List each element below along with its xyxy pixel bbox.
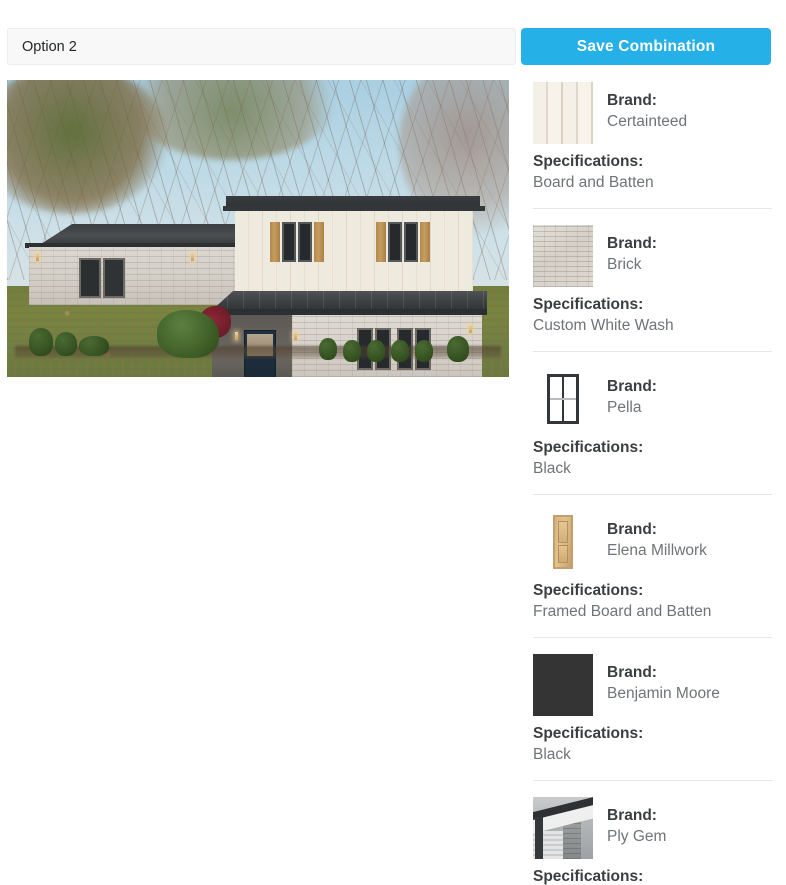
house-render-canvas bbox=[7, 80, 509, 377]
black-gutter-eave-swatch bbox=[533, 797, 593, 859]
material-list: Brand: Certainteed Specifications: Board an… bbox=[533, 66, 772, 885]
material-brand-block: Brand: Benjamin Moore bbox=[593, 654, 720, 704]
porch-sconce-right bbox=[294, 332, 297, 340]
specifications-label: Specifications: bbox=[533, 296, 644, 313]
brand-label: Brand: bbox=[607, 92, 657, 109]
material-brand-block: Brand: Brick bbox=[593, 225, 657, 275]
shrub-1 bbox=[29, 328, 53, 356]
material-row[interactable]: Brand: Pella Specifications: Black bbox=[533, 352, 772, 495]
porch-metal-roof bbox=[211, 291, 487, 311]
material-row[interactable]: Brand: Certainteed Specifications: Board an… bbox=[533, 66, 772, 209]
specifications-label: Specifications: bbox=[533, 153, 644, 170]
material-brand-block: Brand: Elena Millwork bbox=[593, 511, 707, 561]
white-wash-brick-swatch bbox=[533, 225, 593, 287]
board-and-batten-siding-swatch bbox=[533, 82, 593, 144]
brand-value: Elena Millwork bbox=[607, 542, 707, 559]
material-thumbnail[interactable] bbox=[533, 368, 593, 430]
specifications-label: Specifications: bbox=[533, 439, 644, 456]
material-spec-block: Specifications: Custom White Wash bbox=[533, 287, 772, 336]
specifications-label: Specifications: bbox=[533, 868, 644, 885]
visualizer-page: Save Combination bbox=[0, 0, 786, 885]
brand-label: Brand: bbox=[607, 378, 657, 395]
shrub-5 bbox=[343, 340, 361, 362]
specifications-value: Custom White Wash bbox=[533, 317, 674, 334]
brand-value: Benjamin Moore bbox=[607, 685, 720, 702]
upper-window-2 bbox=[298, 222, 312, 262]
black-window-swatch bbox=[533, 368, 593, 430]
material-spec-block: Specifications: Black bbox=[533, 716, 772, 765]
material-row-header: Brand: Pella bbox=[533, 352, 772, 430]
upper-window-4 bbox=[404, 222, 418, 262]
material-row-header: Brand: Ply Gem bbox=[533, 781, 772, 859]
brand-label: Brand: bbox=[607, 521, 657, 538]
upper-window-1 bbox=[282, 222, 296, 262]
brand-value: Ply Gem bbox=[607, 828, 667, 845]
save-combination-button[interactable]: Save Combination bbox=[521, 28, 771, 65]
wall-sconce-left bbox=[36, 253, 39, 261]
shrub-8 bbox=[415, 340, 433, 362]
material-thumbnail[interactable] bbox=[533, 225, 593, 287]
material-thumbnail[interactable] bbox=[533, 82, 593, 144]
black-paint-swatch bbox=[533, 654, 593, 716]
upper-shutter-left bbox=[270, 222, 280, 262]
material-brand-block: Brand: Ply Gem bbox=[593, 797, 666, 847]
wood-shutter-swatch bbox=[533, 511, 593, 573]
porch-sconce-left bbox=[235, 332, 238, 340]
house-render-image[interactable] bbox=[7, 80, 509, 377]
brand-value: Brick bbox=[607, 256, 642, 273]
brand-label: Brand: bbox=[607, 664, 657, 681]
material-spec-block: Specifications:Black bbox=[533, 859, 772, 885]
specifications-label: Specifications: bbox=[533, 725, 644, 742]
upper-window-3 bbox=[388, 222, 402, 262]
option-name-input[interactable] bbox=[7, 28, 516, 65]
material-row-header: Brand: Certainteed bbox=[533, 66, 772, 144]
material-brand-block: Brand: Pella bbox=[593, 368, 657, 418]
material-row-header: Brand: Brick bbox=[533, 209, 772, 287]
material-brand-block: Brand: Certainteed bbox=[593, 82, 687, 132]
upper-shutter-left-2 bbox=[376, 222, 386, 262]
material-spec-block: Specifications: Framed Board and Batten bbox=[533, 573, 772, 622]
specifications-value: Black bbox=[533, 746, 571, 763]
material-spec-block: Specifications: Black bbox=[533, 430, 772, 479]
material-row-header: Brand: Elena Millwork bbox=[533, 495, 772, 573]
material-spec-block: Specifications: Board and Batten bbox=[533, 144, 772, 193]
wall-sconce-center bbox=[191, 253, 194, 261]
material-thumbnail[interactable] bbox=[533, 654, 593, 716]
shrub-9 bbox=[447, 336, 469, 362]
shrub-3 bbox=[79, 336, 109, 356]
left-wing-brick-wall bbox=[29, 247, 237, 305]
left-wing-window-b bbox=[103, 258, 125, 298]
upper-shutter-right bbox=[314, 222, 324, 262]
shrub-4 bbox=[319, 338, 337, 360]
material-row[interactable]: Brand: Benjamin Moore Specifications: Black bbox=[533, 638, 772, 781]
material-thumbnail[interactable] bbox=[533, 511, 593, 573]
garage-sconce-right bbox=[469, 325, 472, 333]
material-row[interactable]: Brand: Elena Millwork Specifications: Frame… bbox=[533, 495, 772, 638]
material-row-header: Brand: Benjamin Moore bbox=[533, 638, 772, 716]
material-thumbnail[interactable] bbox=[533, 797, 593, 859]
shrub-6 bbox=[367, 340, 385, 362]
brand-value: Certainteed bbox=[607, 113, 688, 130]
left-wing-window-a bbox=[79, 258, 101, 298]
specifications-label: Specifications: bbox=[533, 582, 644, 599]
brand-value: Pella bbox=[607, 399, 642, 416]
large-shrub bbox=[157, 310, 219, 358]
shrub-7 bbox=[391, 340, 409, 362]
specifications-value: Framed Board and Batten bbox=[533, 603, 712, 620]
brand-label: Brand: bbox=[607, 807, 657, 824]
brand-label: Brand: bbox=[607, 235, 657, 252]
material-row[interactable]: Brand: Ply Gem Specifications:Black bbox=[533, 781, 772, 885]
specifications-value: Board and Batten bbox=[533, 174, 654, 191]
material-row[interactable]: Brand: Brick Specifications: Custom White W… bbox=[533, 209, 772, 352]
upper-shutter-right-2 bbox=[420, 222, 430, 262]
specifications-value: Black bbox=[533, 460, 571, 477]
shrub-2 bbox=[55, 332, 77, 356]
